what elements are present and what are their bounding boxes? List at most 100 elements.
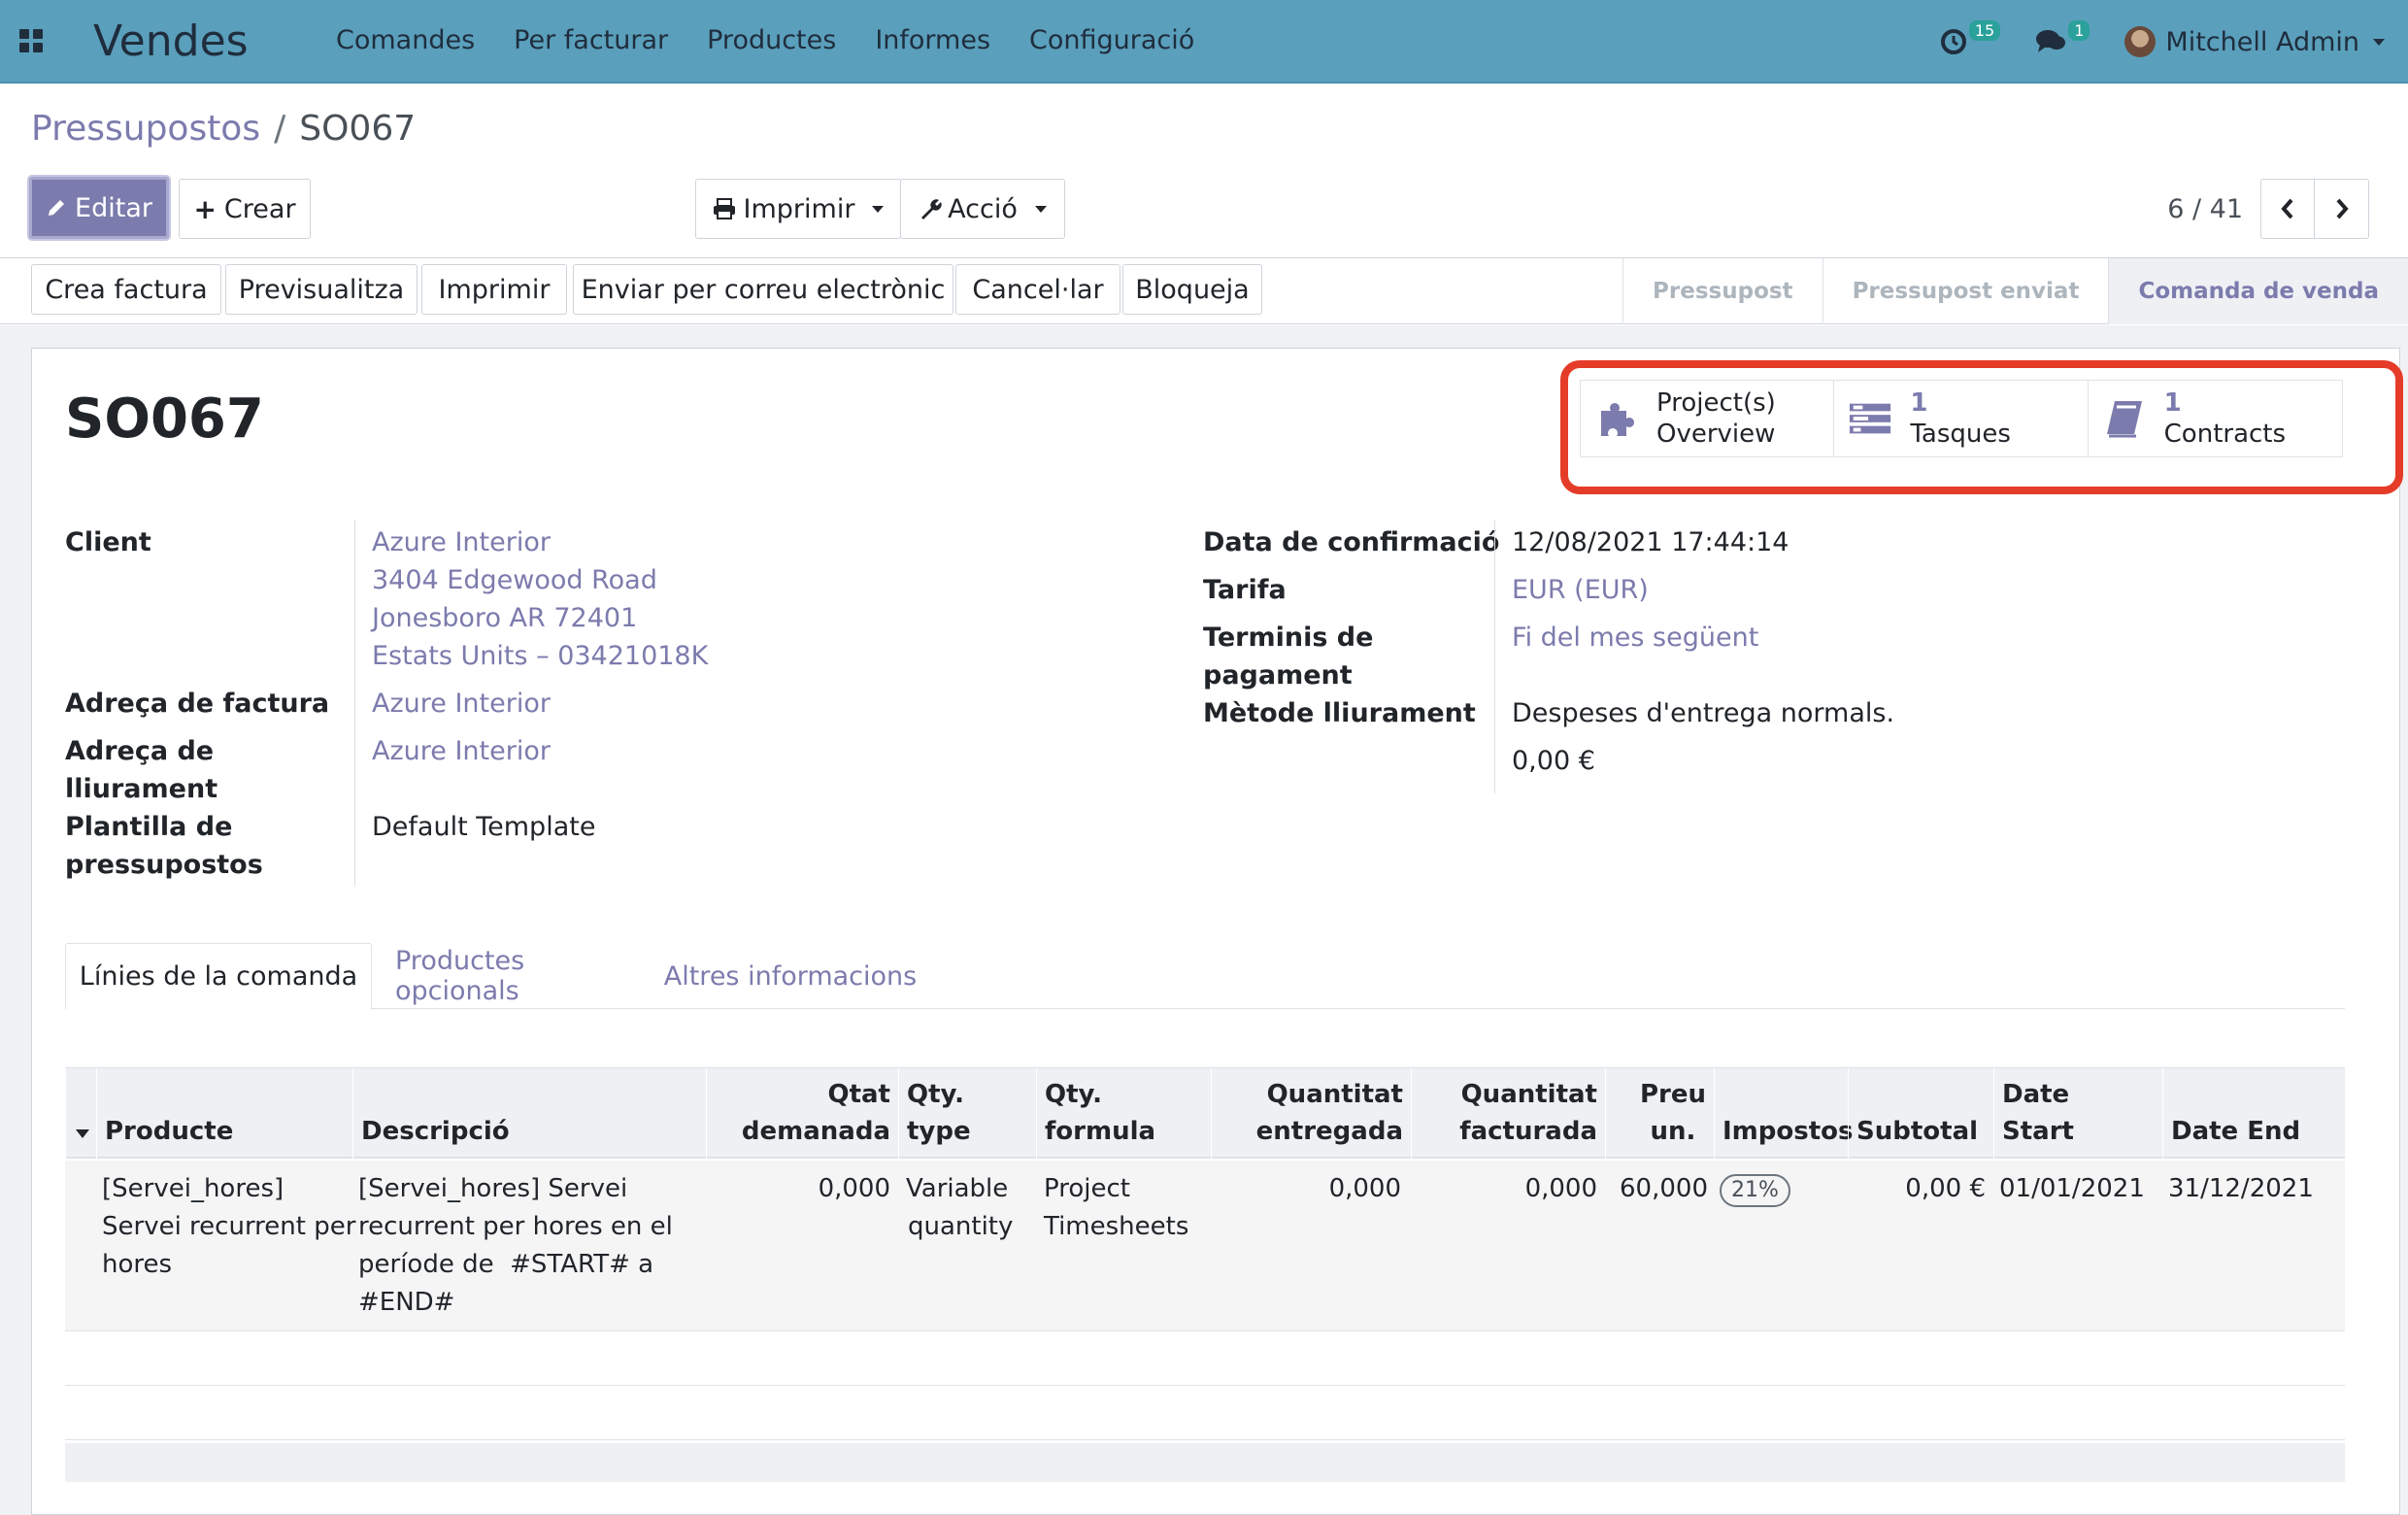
cell-qty-ordered: 0,000 [818, 1174, 890, 1203]
left-group-separator [354, 520, 355, 887]
form-statusbar: Crea factura Previsualitza Imprimir Envi… [0, 258, 2408, 324]
header-invoiced[interactable]: Quantitat facturada [1411, 1068, 1605, 1160]
apps-menu-icon[interactable] [0, 0, 62, 83]
header-taxes[interactable]: Impostos [1714, 1068, 1853, 1160]
header-unit-price-line2: un. [1650, 1117, 1696, 1146]
create-invoice-button[interactable]: Crea factura [31, 264, 221, 315]
stage-quotation[interactable]: Pressupost [1622, 258, 1823, 324]
invoice-address-link[interactable]: Azure Interior [372, 685, 551, 723]
menu-per-facturar[interactable]: Per facturar [494, 0, 687, 83]
invoice-address-label: Adreça de factura [65, 689, 330, 719]
table-footer [65, 1443, 2345, 1482]
lock-button[interactable]: Bloqueja [1122, 264, 1262, 315]
header-delivered[interactable]: Quantitat entregada [1211, 1068, 1411, 1160]
client-country-vat[interactable]: Estats Units – 03421018K [372, 637, 708, 675]
cell-description-line4: #END# [358, 1288, 455, 1317]
stage-pipeline: Pressupost Pressupost enviat Comanda de … [1622, 258, 2408, 324]
plus-icon: + [193, 192, 217, 225]
header-invoiced-label: Quantitat facturada [1459, 1076, 1597, 1150]
user-name[interactable]: Mitchell Admin [2165, 27, 2359, 57]
header-qty-formula[interactable]: Qty. formula [1036, 1068, 1211, 1160]
right-group-separator [1494, 520, 1495, 793]
header-product[interactable]: Producte [96, 1068, 352, 1160]
tasks-label: 1 Tasques [1910, 387, 2011, 450]
smart-button-box: Project(s) Overview 1 Tasques 1 Contract… [1580, 380, 2343, 457]
tab-optional-products[interactable]: Productes opcionals [395, 943, 642, 1009]
tasks-count: 1 [1910, 388, 1928, 418]
header-date-start-line1: Date [2002, 1080, 2070, 1109]
app-name[interactable]: Vendes [93, 17, 317, 66]
menu-productes[interactable]: Productes [687, 0, 855, 83]
sort-caret-icon[interactable] [76, 1129, 89, 1138]
quotation-template-value[interactable]: Default Template [372, 808, 595, 846]
table-header: Producte Descripció Qtat demanada Qty. typ… [65, 1067, 2345, 1160]
print-statusbar-button[interactable]: Imprimir [421, 264, 567, 315]
breadcrumb-parent[interactable]: Pressupostos [31, 109, 260, 149]
print-dropdown[interactable]: Imprimir [695, 179, 901, 239]
header-unit-price[interactable]: Preu un. [1605, 1068, 1714, 1160]
confirmation-date-value[interactable]: 12/08/2021 17:44:14 [1512, 523, 1789, 561]
cell-description-line3: període de #START# a [358, 1250, 654, 1279]
main-menu: Comandes Per facturar Productes Informes… [317, 0, 1214, 83]
project-overview-label: Project(s) Overview [1656, 387, 1776, 450]
book-icon [2102, 396, 2147, 441]
cell-description-line1: [Servei_hores] Servei [358, 1174, 628, 1203]
client-city[interactable]: Jonesboro AR 72401 [372, 599, 637, 637]
header-date-start[interactable]: Date Start [1993, 1068, 2162, 1160]
client-name-link[interactable]: Azure Interior [372, 523, 551, 561]
activity-count-badge: 15 [1968, 19, 2001, 41]
contracts-button[interactable]: 1 Contracts [2089, 381, 2342, 456]
menu-configuracio[interactable]: Configuració [1010, 0, 1214, 83]
pager-value[interactable]: 6 / 41 [2167, 194, 2243, 224]
record-title: SO067 [65, 387, 264, 451]
header-qty-type-line2: type [907, 1117, 971, 1146]
stage-quotation-sent[interactable]: Pressupost enviat [1822, 258, 2109, 324]
cell-qty-formula-line2: Timesheets [1044, 1212, 1189, 1241]
empty-row [65, 1332, 2345, 1386]
header-subtotal[interactable]: Subtotal [1848, 1068, 1993, 1160]
header-qty-ordered-label: Qtat demanada [742, 1076, 890, 1150]
pager-next-button[interactable] [2315, 179, 2369, 239]
confirmation-date-label: Data de confirmació [1203, 527, 1500, 557]
header-date-end[interactable]: Date End [2162, 1068, 2345, 1160]
tab-other-info[interactable]: Altres informacions [659, 943, 921, 1009]
payment-terms-link[interactable]: Fi del mes següent [1512, 619, 1758, 656]
pencil-icon [49, 200, 65, 216]
activity-menu[interactable]: 15 [1940, 19, 2001, 55]
header-qty-ordered[interactable]: Qtat demanada [706, 1068, 898, 1160]
breadcrumb-separator: / [274, 109, 286, 149]
header-delivered-line2: entregada [1255, 1117, 1403, 1146]
payment-terms-label-1: Terminis de [1203, 623, 1374, 653]
messaging-menu[interactable]: 1 [2035, 19, 2090, 55]
edit-button[interactable]: Editar [29, 177, 169, 239]
stage-sales-order[interactable]: Comanda de venda [2108, 258, 2408, 324]
user-avatar[interactable] [2124, 26, 2157, 57]
send-by-email-button[interactable]: Enviar per correu electrònic [573, 264, 953, 315]
create-button[interactable]: + Crear [179, 179, 311, 239]
cancel-button[interactable]: Cancel·lar [955, 264, 1120, 315]
table-row[interactable]: [Servei_hores] Servei recurrent per hore… [65, 1161, 2345, 1331]
clock-icon [1940, 29, 1966, 54]
user-menu-caret-icon[interactable] [2373, 38, 2385, 46]
cell-description-line2: recurrent per hores en el [358, 1212, 673, 1241]
menu-informes[interactable]: Informes [855, 0, 1010, 83]
preview-button[interactable]: Previsualitza [225, 264, 418, 315]
menu-comandes[interactable]: Comandes [317, 0, 494, 83]
project-overview-button[interactable]: Project(s) Overview [1581, 381, 1835, 456]
tab-order-lines[interactable]: Línies de la comanda [65, 943, 372, 1010]
top-navbar: Vendes Comandes Per facturar Productes I… [0, 0, 2408, 84]
tasks-button[interactable]: 1 Tasques [1834, 381, 2089, 456]
cell-unit-price: 60,000 [1620, 1174, 1708, 1203]
client-street[interactable]: 3404 Edgewood Road [372, 561, 657, 599]
header-qty-type[interactable]: Qty. type [898, 1068, 1036, 1160]
pager-previous-button[interactable] [2260, 179, 2315, 239]
cell-qty-type: Variable quantity [906, 1170, 1036, 1246]
delivery-method-value[interactable]: Despeses d'entrega normals. [1512, 694, 1894, 732]
pricelist-link[interactable]: EUR (EUR) [1512, 571, 1649, 609]
action-dropdown[interactable]: Acció [900, 179, 1065, 239]
cell-qty-type-line2: quantity [908, 1212, 1014, 1241]
header-description[interactable]: Descripció [352, 1068, 706, 1160]
create-button-label: Crear [223, 193, 296, 224]
cell-product-line1: [Servei_hores] [102, 1174, 284, 1203]
delivery-address-link[interactable]: Azure Interior [372, 732, 551, 770]
